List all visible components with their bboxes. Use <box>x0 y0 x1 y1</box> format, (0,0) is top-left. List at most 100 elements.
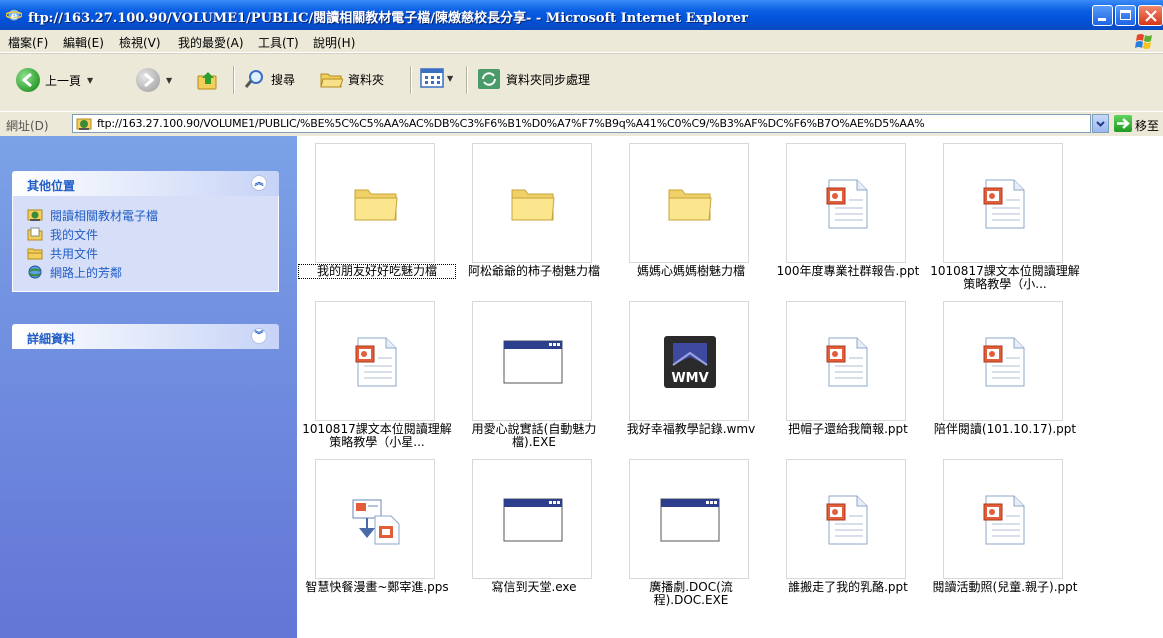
other-places-panel: 其他位置 ︽ 閱讀相關教材電子檔 我的文件 共用文件 網路上的芳鄰 <box>12 171 279 292</box>
forward-button[interactable]: ▼ <box>136 68 172 92</box>
exe-file-icon <box>660 498 720 542</box>
ie-icon: e <box>6 8 22 22</box>
search-label: 搜尋 <box>271 72 296 87</box>
maximize-icon <box>1120 10 1131 20</box>
file-thumbnail[interactable] <box>786 301 906 421</box>
file-name: 閱讀活動照(兒童.親子).ppt <box>932 580 1078 594</box>
file-thumbnail[interactable] <box>943 459 1063 579</box>
file-name: 1010817課文本位閱讀理解策略教學（小... <box>930 264 1080 291</box>
link-shared-documents[interactable]: 共用文件 <box>27 245 278 261</box>
file-view: 我的朋友好好吃魅力檔 阿松爺爺的柿子樹魅力檔 媽媽心媽媽樹魅力檔 100年度專業社群報… <box>297 136 1163 638</box>
file-name: 用愛心說實話(自動魅力檔).EXE <box>471 422 597 449</box>
folders-button[interactable]: 資料夾 <box>319 68 384 90</box>
menu-file[interactable]: 檔案(F) <box>8 34 48 51</box>
file-name: 廣播劇.DOC(流程).DOC.EXE <box>649 580 733 607</box>
go-button[interactable]: 移至 <box>1135 117 1159 134</box>
file-name: 寫信到天堂.exe <box>491 580 577 594</box>
folder-icon <box>354 189 398 221</box>
title-bar[interactable]: e ftp://163.27.100.90/VOLUME1/PUBLIC/閱讀相… <box>0 0 1163 30</box>
file-thumbnail[interactable] <box>943 143 1063 263</box>
address-bar: 網址(D) ftp://163.27.100.90/VOLUME1/PUBLIC… <box>0 111 1163 137</box>
folder-icon <box>668 189 712 221</box>
menu-help[interactable]: 說明(H) <box>313 34 355 51</box>
link-reading-materials[interactable]: 閱讀相關教材電子檔 <box>27 207 278 223</box>
details-title: 詳細資料 <box>27 332 76 346</box>
file-thumbnail[interactable] <box>786 459 906 579</box>
file-name: 陪伴閱讀(101.10.17).ppt <box>933 422 1077 436</box>
maximize-button[interactable] <box>1115 5 1136 26</box>
window-title: ftp://163.27.100.90/VOLUME1/PUBLIC/閱讀相關教… <box>28 11 748 26</box>
file-thumbnail[interactable] <box>629 143 749 263</box>
address-input[interactable]: ftp://163.27.100.90/VOLUME1/PUBLIC/%BE%5… <box>72 114 1091 133</box>
back-label: 上一頁 <box>45 73 82 88</box>
search-icon <box>244 70 263 88</box>
views-button[interactable]: ▼ <box>420 68 453 88</box>
toolbar-separator <box>466 66 468 94</box>
forward-arrow-icon <box>136 68 160 92</box>
toolbar-separator <box>410 66 412 94</box>
network-places-icon <box>28 265 42 279</box>
ppt-file-icon <box>826 495 868 545</box>
file-thumbnail[interactable] <box>315 459 435 579</box>
forward-dropdown-icon[interactable]: ▼ <box>166 76 172 85</box>
go-arrow-icon[interactable] <box>1114 115 1132 132</box>
details-panel: 詳細資料 ︾ <box>12 324 279 349</box>
menu-tools[interactable]: 工具(T) <box>258 34 299 51</box>
toolbar-separator <box>233 66 235 94</box>
ftp-folder-icon <box>27 209 43 221</box>
back-button[interactable]: 上一頁 ▼ <box>16 68 93 92</box>
views-icon <box>420 68 444 88</box>
file-thumbnail[interactable] <box>315 301 435 421</box>
folder-sync-button[interactable]: 資料夾同步處理 <box>477 68 590 90</box>
file-name: 智慧快餐漫畫~鄭宰進.pps <box>305 580 449 594</box>
svg-text:e: e <box>11 11 17 22</box>
windows-logo-icon <box>1135 34 1152 49</box>
views-dropdown-icon[interactable]: ▼ <box>447 74 453 83</box>
up-folder-icon <box>197 72 217 90</box>
minimize-button[interactable] <box>1092 5 1113 26</box>
link-my-documents[interactable]: 我的文件 <box>27 226 278 242</box>
link-label: 網路上的芳鄰 <box>50 265 123 280</box>
wmv-file-icon: WMV <box>664 336 716 388</box>
file-thumbnail[interactable] <box>629 459 749 579</box>
minimize-icon <box>1098 18 1106 21</box>
menu-favorites[interactable]: 我的最愛(A) <box>178 34 244 51</box>
toolbar: 上一頁 ▼ ▼ 搜尋 資料夾 ▼ 資料夾同步處理 <box>0 53 1163 112</box>
file-thumbnail[interactable]: WMV <box>629 301 749 421</box>
close-button[interactable] <box>1138 5 1163 26</box>
file-name: 我的朋友好好吃魅力檔 <box>298 264 456 279</box>
details-header[interactable]: 詳細資料 ︾ <box>12 324 279 349</box>
file-thumbnail[interactable] <box>472 143 592 263</box>
menu-view[interactable]: 檢視(V) <box>119 34 161 51</box>
file-thumbnail[interactable] <box>315 143 435 263</box>
file-thumbnail[interactable] <box>786 143 906 263</box>
link-label: 共用文件 <box>50 246 99 261</box>
link-label: 我的文件 <box>50 227 99 242</box>
back-arrow-icon <box>16 68 40 92</box>
close-icon <box>1145 10 1157 22</box>
file-thumbnail[interactable] <box>943 301 1063 421</box>
link-network-places[interactable]: 網路上的芳鄰 <box>27 264 278 280</box>
other-places-title: 其他位置 <box>27 179 76 193</box>
search-button[interactable]: 搜尋 <box>244 68 295 90</box>
sync-icon <box>478 69 500 89</box>
ppt-file-icon <box>983 179 1025 229</box>
other-places-header[interactable]: 其他位置 ︽ <box>12 171 279 196</box>
up-folder-button[interactable] <box>196 68 220 92</box>
link-label: 閱讀相關教材電子檔 <box>50 208 159 223</box>
file-thumbnail[interactable] <box>472 301 592 421</box>
address-label: 網址(D) <box>6 119 49 133</box>
menu-edit[interactable]: 編輯(E) <box>63 34 104 51</box>
ftp-folder-icon <box>76 118 92 130</box>
ppt-file-icon <box>826 179 868 229</box>
my-documents-icon <box>27 227 43 241</box>
folder-sync-label: 資料夾同步處理 <box>506 72 591 87</box>
menu-bar: 檔案(F) 編輯(E) 檢視(V) 我的最愛(A) 工具(T) 說明(H) <box>0 30 1163 53</box>
file-name: 阿松爺爺的柿子樹魅力檔 <box>467 264 600 278</box>
expand-chevron-icon[interactable]: ︾ <box>251 328 267 344</box>
collapse-chevron-icon[interactable]: ︽ <box>251 175 267 191</box>
address-dropdown-button[interactable] <box>1092 114 1109 133</box>
task-pane: 其他位置 ︽ 閱讀相關教材電子檔 我的文件 共用文件 網路上的芳鄰 詳細資料 ︾ <box>0 136 297 638</box>
back-dropdown-icon[interactable]: ▼ <box>87 76 93 85</box>
file-thumbnail[interactable] <box>472 459 592 579</box>
